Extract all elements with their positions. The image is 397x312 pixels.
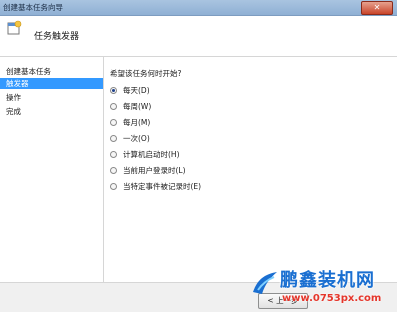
option-weekly[interactable]: 每周(W) [110, 100, 151, 112]
sidebar-item-action[interactable]: 操作 [0, 92, 103, 103]
sidebar-item-trigger[interactable]: 触发器 [0, 78, 103, 89]
option-on-logon-label: 当前用户登录时(L) [123, 165, 186, 175]
radio-on-startup[interactable] [110, 150, 117, 158]
option-once[interactable]: 一次(O) [110, 132, 150, 144]
wizard-icon [7, 20, 22, 35]
radio-on-logon[interactable] [110, 166, 117, 174]
option-on-startup[interactable]: 计算机启动时(H) [110, 148, 180, 160]
window-title: 创建基本任务向导 [3, 3, 63, 12]
watermark-brand: 鹏鑫装机网 [280, 270, 375, 291]
option-on-event-label: 当特定事件被记录时(E) [123, 181, 202, 191]
sidebar-item-finish[interactable]: 完成 [0, 106, 103, 117]
option-daily-label: 每天(D) [123, 85, 150, 95]
radio-once[interactable] [110, 134, 117, 142]
watermark-url: www.0753px.com [282, 293, 382, 304]
option-monthly-label: 每月(M) [123, 117, 151, 127]
radio-daily[interactable] [110, 86, 117, 94]
trigger-question: 希望该任务何时开始? [110, 69, 182, 78]
sidebar-item-create-basic-task[interactable]: 创建基本任务 [0, 66, 103, 77]
radio-weekly[interactable] [110, 102, 117, 110]
option-on-event[interactable]: 当特定事件被记录时(E) [110, 180, 201, 192]
radio-monthly[interactable] [110, 118, 117, 126]
option-daily[interactable]: 每天(D) [110, 84, 150, 96]
option-monthly[interactable]: 每月(M) [110, 116, 150, 128]
option-on-startup-label: 计算机启动时(H) [123, 149, 180, 159]
option-on-logon[interactable]: 当前用户登录时(L) [110, 164, 186, 176]
title-bar: 创建基本任务向导 ✕ [0, 0, 397, 16]
radio-on-event[interactable] [110, 182, 117, 190]
option-weekly-label: 每周(W) [123, 101, 152, 111]
option-once-label: 一次(O) [123, 133, 150, 143]
watermark: 鹏鑫装机网 www.0753px.com [250, 262, 397, 311]
wizard-header: 任务触发器 [0, 16, 397, 57]
close-button[interactable]: ✕ [361, 1, 393, 15]
page-title: 任务触发器 [34, 32, 80, 42]
watermark-logo-icon [253, 272, 277, 294]
wizard-steps-sidebar: 创建基本任务 触发器 操作 完成 [0, 57, 104, 311]
